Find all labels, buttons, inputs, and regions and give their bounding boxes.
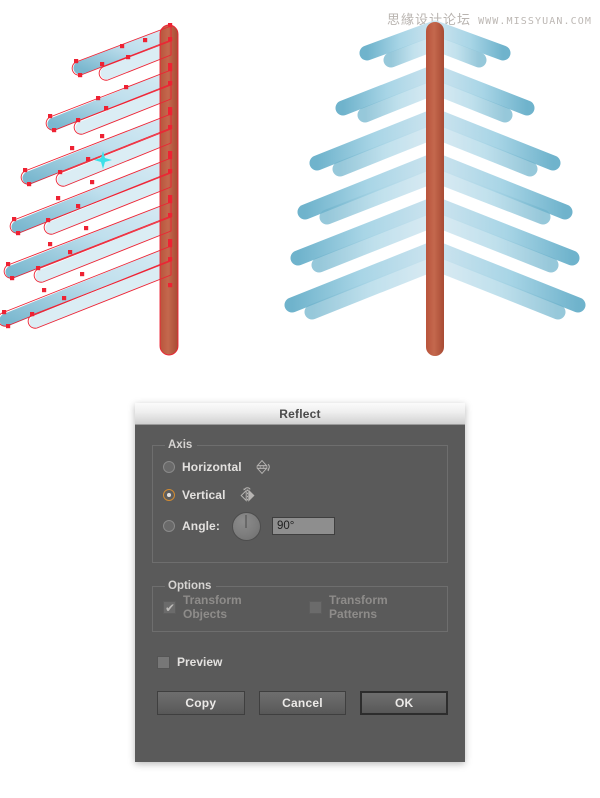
checkbox-preview[interactable] [157, 655, 170, 669]
axis-group: Axis Horizontal Vertical Angle: 90° [152, 439, 448, 563]
checkbox-label-transform-patterns: Transform Patterns [329, 593, 388, 621]
checkbox-row-transform-patterns[interactable]: Transform Patterns [309, 593, 437, 621]
screenshot-root: 思緣设计论坛 WWW.MISSYUAN.COM Reflect Axis Hor… [0, 0, 600, 798]
angle-dial-icon[interactable] [231, 511, 261, 541]
dialog-body: Axis Horizontal Vertical Angle: 90° Opti… [135, 425, 465, 715]
reflect-horizontal-icon [256, 459, 270, 475]
radio-horizontal[interactable] [163, 461, 175, 473]
axis-group-legend: Axis [168, 439, 193, 451]
radio-vertical[interactable] [163, 489, 175, 501]
reflect-vertical-icon [239, 487, 255, 502]
options-group-legend: Options [168, 580, 212, 592]
checkbox-row-transform-objects[interactable]: ✔ Transform Objects [163, 593, 287, 621]
checkbox-row-preview[interactable]: Preview [157, 649, 448, 675]
reflect-dialog: Reflect Axis Horizontal Vertical Angle: … [135, 403, 465, 762]
angle-input[interactable] [271, 517, 335, 535]
dialog-title: Reflect [279, 406, 321, 421]
dialog-titlebar[interactable]: Reflect [135, 403, 465, 425]
checkbox-transform-objects[interactable]: ✔ [163, 600, 176, 615]
options-group: Options ✔ Transform Objects Transform Pa… [152, 580, 448, 632]
illustration-right-complete-tree [284, 20, 586, 356]
illustration-left-selected-half-tree [0, 23, 179, 356]
tree-trunk-right [426, 22, 444, 356]
dialog-button-row: Copy Cancel OK [157, 691, 449, 715]
cancel-button[interactable]: Cancel [258, 691, 347, 715]
radio-label-horizontal: Horizontal [182, 460, 242, 474]
checkbox-transform-patterns[interactable] [309, 600, 323, 614]
checkbox-label-preview: Preview [177, 655, 223, 669]
dial-needle [245, 514, 247, 528]
check-glyph: ✔ [165, 600, 176, 615]
radio-label-vertical: Vertical [182, 488, 226, 502]
radio-label-angle: Angle: [182, 519, 220, 533]
angle-row[interactable]: Angle: [163, 509, 437, 543]
copy-button[interactable]: Copy [157, 691, 245, 715]
ok-button[interactable]: OK [360, 691, 449, 715]
radio-angle[interactable] [163, 520, 175, 532]
checkbox-label-transform-objects: Transform Objects [183, 593, 242, 621]
radio-row-vertical[interactable]: Vertical [163, 481, 437, 509]
radio-row-horizontal[interactable]: Horizontal [163, 453, 437, 481]
